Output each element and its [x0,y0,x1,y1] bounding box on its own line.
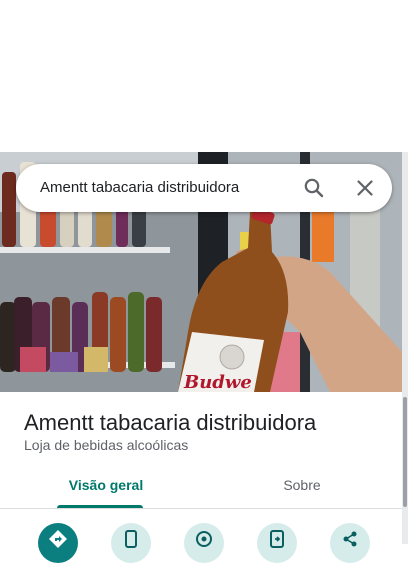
send-to-phone-icon [270,530,284,548]
scrollbar-thumb[interactable] [403,397,407,507]
beer-label-text: Budwe [183,372,252,392]
share-button[interactable] [330,523,370,563]
search-bar[interactable]: Amentt tabacaria distribuidora [16,164,392,212]
place-category[interactable]: Loja de bebidas alcoólicas [24,437,188,453]
nearby-button[interactable] [184,523,224,563]
phone-icon [125,530,137,548]
share-icon [343,531,357,547]
phone-button[interactable] [111,523,151,563]
send-to-phone-button[interactable] [257,523,297,563]
scrollbar[interactable] [402,152,408,544]
search-query[interactable]: Amentt tabacaria distribuidora [40,164,239,212]
directions-button[interactable] [38,523,78,563]
tab-overview[interactable]: Visão geral [48,476,164,508]
blank-area [0,0,408,152]
search-icon[interactable] [302,176,326,200]
directions-icon [49,530,67,548]
location-icon [196,531,212,547]
tab-about[interactable]: Sobre [246,476,358,508]
close-icon[interactable] [353,176,377,200]
place-title: Amentt tabacaria distribuidora [24,410,317,435]
tab-divider [0,508,402,509]
